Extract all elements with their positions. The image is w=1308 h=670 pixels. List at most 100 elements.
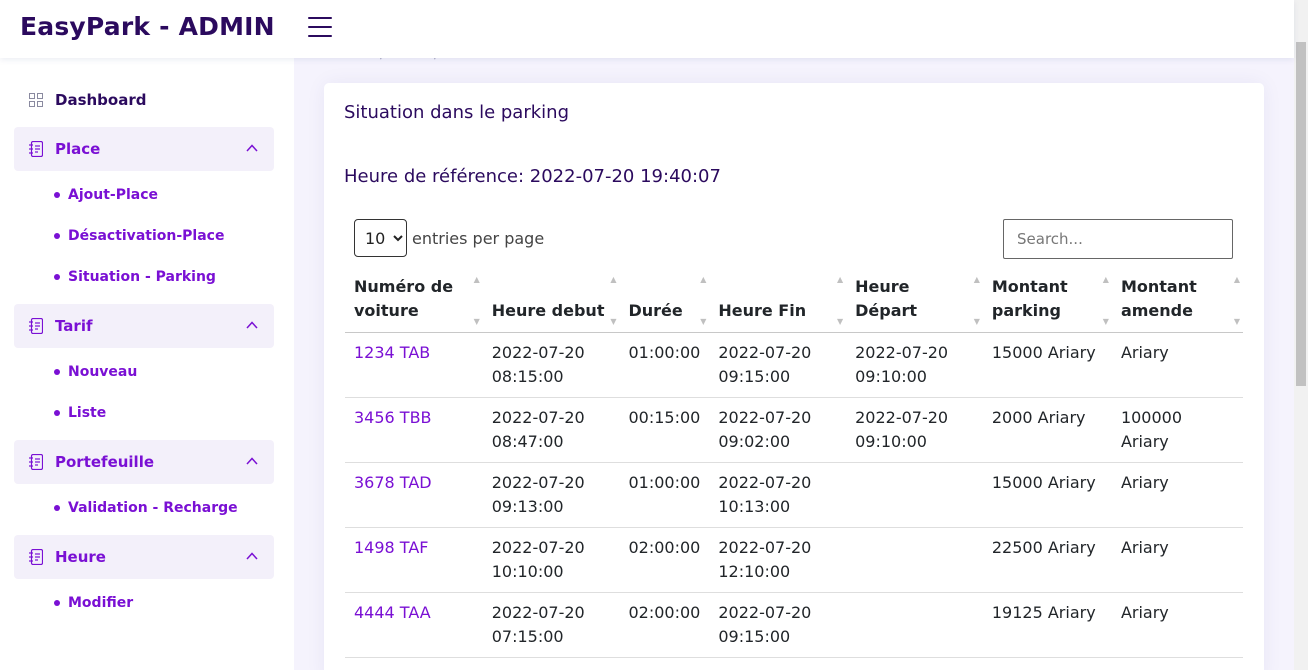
sidebar-item-label: Heure [55,548,106,566]
sort-desc-icon: ▼ [836,317,844,326]
cell-montant-amende: 100000 Ariary [1111,397,1243,463]
chevron-up-icon [246,144,258,152]
cell-heure-fin: 2022-07-20 10:13:00 [709,462,847,528]
car-number-link[interactable]: 1498 TAF [354,538,428,557]
card-title: Situation dans le parking [344,102,569,123]
column-header-duree[interactable]: Durée ▲ ▼ [619,267,710,333]
situation-card: Situation dans le parking Heure de référ… [324,83,1264,670]
entries-per-page-control: 10 entries per page [354,219,544,257]
scrollbar-thumb[interactable] [1296,42,1306,386]
chevron-up-icon [246,321,258,329]
cell-montant-parking: 19125 Ariary [982,592,1112,658]
sort-asc-icon: ▲ [973,275,980,284]
column-label: Montant parking [991,277,1068,320]
sort-asc-icon: ▲ [1233,275,1240,284]
journal-text-icon [29,454,43,470]
sort-asc-icon: ▲ [610,275,617,284]
table-header-row: Numéro de voiture ▲ ▼ Heure debut ▲ ▼ Durée ▲… [345,267,1243,333]
cell-heure-depart [846,592,983,658]
sort-asc-icon: ▲ [473,275,480,284]
cell-montant-amende: Ariary [1111,462,1243,528]
parking-table: Numéro de voiture ▲ ▼ Heure debut ▲ ▼ Durée ▲… [345,267,1243,658]
column-header-heure-depart[interactable]: Heure Départ ▲ ▼ [846,267,983,333]
sidebar-item-label: Portefeuille [55,453,155,471]
column-label: Numéro de voiture [354,277,454,320]
sidebar-item-tarif[interactable]: Tarif [14,304,274,348]
column-header-heure-debut[interactable]: Heure debut ▲ ▼ [482,267,620,333]
cell-heure-fin: 2022-07-20 09:02:00 [709,397,847,463]
subitem-label: Désactivation-Place [68,228,225,244]
bullet-icon [54,600,60,606]
cell-heure-fin: 2022-07-20 09:15:00 [709,332,847,398]
car-number-link[interactable]: 1234 TAB [354,343,430,362]
cell-montant-parking: 2000 Ariary [982,397,1112,463]
sidebar-item-label: Tarif [55,317,93,335]
column-header-montant-parking[interactable]: Montant parking ▲ ▼ [982,267,1112,333]
subitem-label: Situation - Parking [68,269,216,285]
sidebar-subitem-situation-parking[interactable]: Situation - Parking [54,269,216,285]
bullet-icon [54,410,60,416]
sidebar-item-label: Place [55,140,101,158]
cell-duree: 01:00:00 [619,332,710,398]
column-label: Durée [628,301,683,320]
sidebar-subitem-ajout-place[interactable]: Ajout-Place [54,187,158,203]
cell-numero: 1498 TAF [345,527,483,593]
subitem-label: Ajout-Place [68,187,159,203]
sort-desc-icon: ▼ [973,317,980,326]
sidebar-item-portefeuille[interactable]: Portefeuille [14,440,274,484]
sidebar-subitem-liste[interactable]: Liste [54,405,106,421]
brand-logo[interactable]: EasyPark - ADMIN [20,12,275,41]
cell-heure-depart [846,462,983,528]
subitem-label: Validation - Recharge [68,500,238,516]
journal-text-icon [29,318,43,334]
sort-asc-icon: ▲ [836,275,844,284]
sort-desc-icon: ▼ [610,317,617,326]
sidebar-subitem-validation-recharge[interactable]: Validation - Recharge [54,500,238,516]
cell-heure-depart [846,527,983,593]
cell-heure-depart: 2022-07-20 09:10:00 [846,397,983,463]
cell-heure-debut: 2022-07-20 08:47:00 [482,397,620,463]
sidebar-item-dashboard[interactable]: Dashboard [14,78,274,122]
table-row: 3456 TBB 2022-07-20 08:47:00 00:15:00 20… [345,397,1243,463]
cell-montant-parking: 15000 Ariary [982,462,1112,528]
sort-asc-icon: ▲ [700,275,707,284]
subitem-label: Nouveau [68,364,138,380]
car-number-link[interactable]: 3678 TAD [354,473,432,492]
cell-montant-amende: Ariary [1111,527,1243,593]
car-number-link[interactable]: 4444 TAA [354,603,431,622]
sort-asc-icon: ▲ [1102,275,1109,284]
cell-numero: 3678 TAD [345,462,483,528]
sidebar-item-place[interactable]: Place [14,127,274,171]
page-size-select[interactable]: 10 [354,219,407,257]
sort-desc-icon: ▼ [1102,317,1109,326]
search-input[interactable] [1003,219,1233,259]
cell-duree: 00:15:00 [619,397,710,463]
top-header: EasyPark - ADMIN [0,0,1294,58]
table-row: 4444 TAA 2022-07-20 07:15:00 02:00:00 20… [345,592,1243,658]
car-number-link[interactable]: 3456 TBB [354,408,432,427]
sort-desc-icon: ▼ [1233,317,1240,326]
bullet-icon [54,369,60,375]
sidebar-item-label: Dashboard [55,91,147,109]
chevron-up-icon [246,457,258,465]
cell-montant-parking: 15000 Ariary [982,332,1112,398]
cell-heure-fin: 2022-07-20 09:15:00 [709,592,847,658]
page-scrollbar[interactable] [1294,0,1308,670]
bullet-icon [54,274,60,280]
grid-icon [29,93,43,107]
cell-numero: 1234 TAB [345,332,483,398]
menu-toggle-icon[interactable] [308,17,332,39]
journal-text-icon [29,549,43,565]
entries-label: entries per page [412,228,545,248]
sidebar-subitem-desactivation-place[interactable]: Désactivation-Place [54,228,224,244]
column-header-heure-fin[interactable]: Heure Fin ▲ ▼ [709,267,847,333]
journal-text-icon [29,141,43,157]
sidebar-subitem-nouveau[interactable]: Nouveau [54,364,137,380]
column-header-numero[interactable]: Numéro de voiture ▲ ▼ [345,267,483,333]
cell-heure-debut: 2022-07-20 08:15:00 [482,332,620,398]
cell-heure-fin: 2022-07-20 12:10:00 [709,527,847,593]
sidebar-item-heure[interactable]: Heure [14,535,274,579]
column-header-montant-amende[interactable]: Montant amende ▲ ▼ [1111,267,1243,333]
sidebar-subitem-modifier[interactable]: Modifier [54,595,133,611]
column-label: Heure Départ [855,277,918,320]
